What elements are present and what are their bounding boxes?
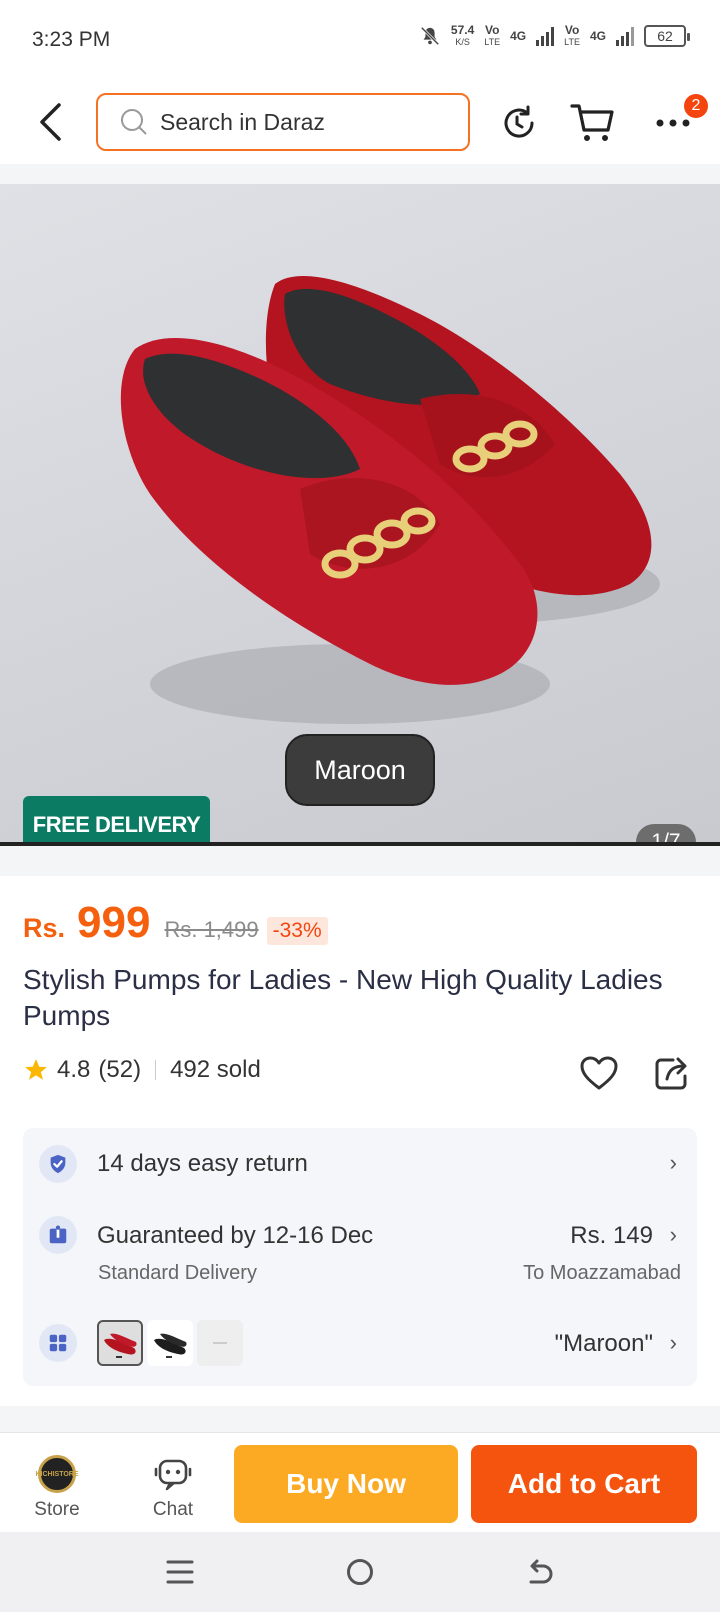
- status-bar: 3:23 PM 57.4 K/S Vo LTE 4G Vo LTE 4G 62: [0, 0, 720, 80]
- chevron-right-icon: ›: [669, 1222, 677, 1247]
- add-to-cart-button[interactable]: Add to Cart: [471, 1445, 697, 1523]
- delivery-row[interactable]: Guaranteed by 12-16 Dec Standard Deliver…: [23, 1200, 697, 1292]
- system-navigation-bar: [0, 1532, 720, 1612]
- back-arrow-icon: [40, 103, 61, 141]
- cart-button[interactable]: [570, 100, 616, 146]
- status-time: 3:23 PM: [32, 28, 111, 51]
- return-policy-text: 14 days easy return: [97, 1150, 308, 1177]
- top-nav: Search in Daraz 2: [0, 80, 720, 164]
- delivery-type: Standard Delivery: [98, 1262, 257, 1284]
- more-button[interactable]: 2: [650, 94, 708, 146]
- search-input[interactable]: Search in Daraz: [96, 93, 470, 151]
- mute-bell-icon: [420, 26, 440, 46]
- return-arrow-icon: [529, 1559, 553, 1584]
- back-button[interactable]: [30, 100, 70, 144]
- package-icon: [39, 1216, 77, 1254]
- network-type-2: 4G: [589, 29, 606, 43]
- more-dots-icon: [656, 119, 690, 127]
- shield-check-icon: [39, 1145, 77, 1183]
- signal-2-icon: [616, 26, 634, 46]
- search-placeholder: Search in Daraz: [160, 108, 325, 135]
- variant-thumb-maroon[interactable]: [97, 1320, 143, 1366]
- wishlist-button[interactable]: [578, 1052, 620, 1094]
- share-button[interactable]: [650, 1052, 692, 1094]
- store-logo: KICHISTORE: [35, 1455, 79, 1493]
- divider: [155, 1060, 157, 1080]
- buy-now-button[interactable]: Buy Now: [234, 1445, 458, 1523]
- rating-row[interactable]: 4.8 (52) 492 sold: [23, 1056, 261, 1084]
- notification-badge: 2: [684, 94, 708, 118]
- variant-label: Maroon: [285, 734, 435, 806]
- network-type-1: 4G: [510, 29, 527, 43]
- review-count: (52): [98, 1056, 142, 1083]
- product-title: Stylish Pumps for Ladies - New High Qual…: [23, 964, 663, 1031]
- menu-button[interactable]: [158, 1550, 202, 1594]
- signal-1-icon: [536, 26, 555, 46]
- volte-1: Vo LTE: [484, 23, 501, 47]
- battery-icon: 62: [644, 25, 690, 47]
- home-button[interactable]: [338, 1550, 382, 1594]
- volte-2: Vo LTE: [564, 23, 580, 47]
- delivery-fee: Rs. 149: [570, 1222, 653, 1249]
- share-icon: [655, 1057, 687, 1090]
- price-value: 999: [77, 898, 151, 947]
- star-icon: [25, 1059, 47, 1080]
- status-icons: 57.4 K/S Vo LTE 4G Vo LTE 4G 62: [419, 23, 690, 48]
- store-label: Store: [34, 1499, 80, 1520]
- product-image-gallery[interactable]: Maroon FREE DELIVERY 1/7: [0, 184, 720, 846]
- price-currency: Rs.: [23, 913, 66, 943]
- discount-badge: -33%: [266, 917, 328, 945]
- chevron-right-icon: ›: [669, 1150, 677, 1175]
- delivery-location: To Moazzamabad: [523, 1262, 681, 1284]
- battery-level: 62: [657, 28, 673, 44]
- bottom-action-bar: KICHISTORE Store Chat Buy Now Add to Car…: [0, 1432, 720, 1532]
- variant-thumb-black[interactable]: [147, 1320, 193, 1366]
- net-speed: 57.4 K/S: [450, 23, 475, 47]
- gallery-progress-line: [0, 842, 720, 846]
- return-policy-row[interactable]: 14 days easy return ›: [23, 1128, 697, 1200]
- home-circle-icon: [347, 1559, 373, 1585]
- variant-row[interactable]: "Maroon" ›: [23, 1308, 697, 1380]
- selected-variant: "Maroon": [554, 1330, 653, 1357]
- search-icon: [121, 109, 147, 135]
- chevron-right-icon: ›: [669, 1330, 677, 1355]
- original-price: Rs. 1,499: [164, 917, 259, 942]
- history-icon: [504, 105, 534, 138]
- store-button[interactable]: KICHISTORE Store: [22, 1455, 92, 1525]
- menu-icon: [166, 1560, 194, 1584]
- heart-icon: [580, 1056, 618, 1090]
- chat-label: Chat: [152, 1499, 194, 1520]
- delivery-guarantee: Guaranteed by 12-16 Dec: [97, 1222, 374, 1249]
- variant-thumb-more[interactable]: [197, 1320, 243, 1366]
- price-row: Rs. 999 Rs. 1,499 -33%: [23, 898, 328, 948]
- chat-button[interactable]: Chat: [138, 1455, 208, 1525]
- chat-icon: [154, 1459, 192, 1491]
- cart-icon: [570, 104, 614, 141]
- service-card: 14 days easy return › Guaranteed by 12-1…: [23, 1128, 697, 1386]
- variants-grid-icon: [39, 1324, 77, 1362]
- history-button[interactable]: [496, 100, 542, 146]
- system-back-button[interactable]: [518, 1550, 562, 1594]
- sold-count: 492 sold: [170, 1056, 261, 1083]
- free-delivery-badge: FREE DELIVERY: [23, 796, 210, 846]
- rating-value: 4.8: [57, 1056, 91, 1083]
- product-info: Rs. 999 Rs. 1,499 -33% Stylish Pumps for…: [0, 876, 720, 1406]
